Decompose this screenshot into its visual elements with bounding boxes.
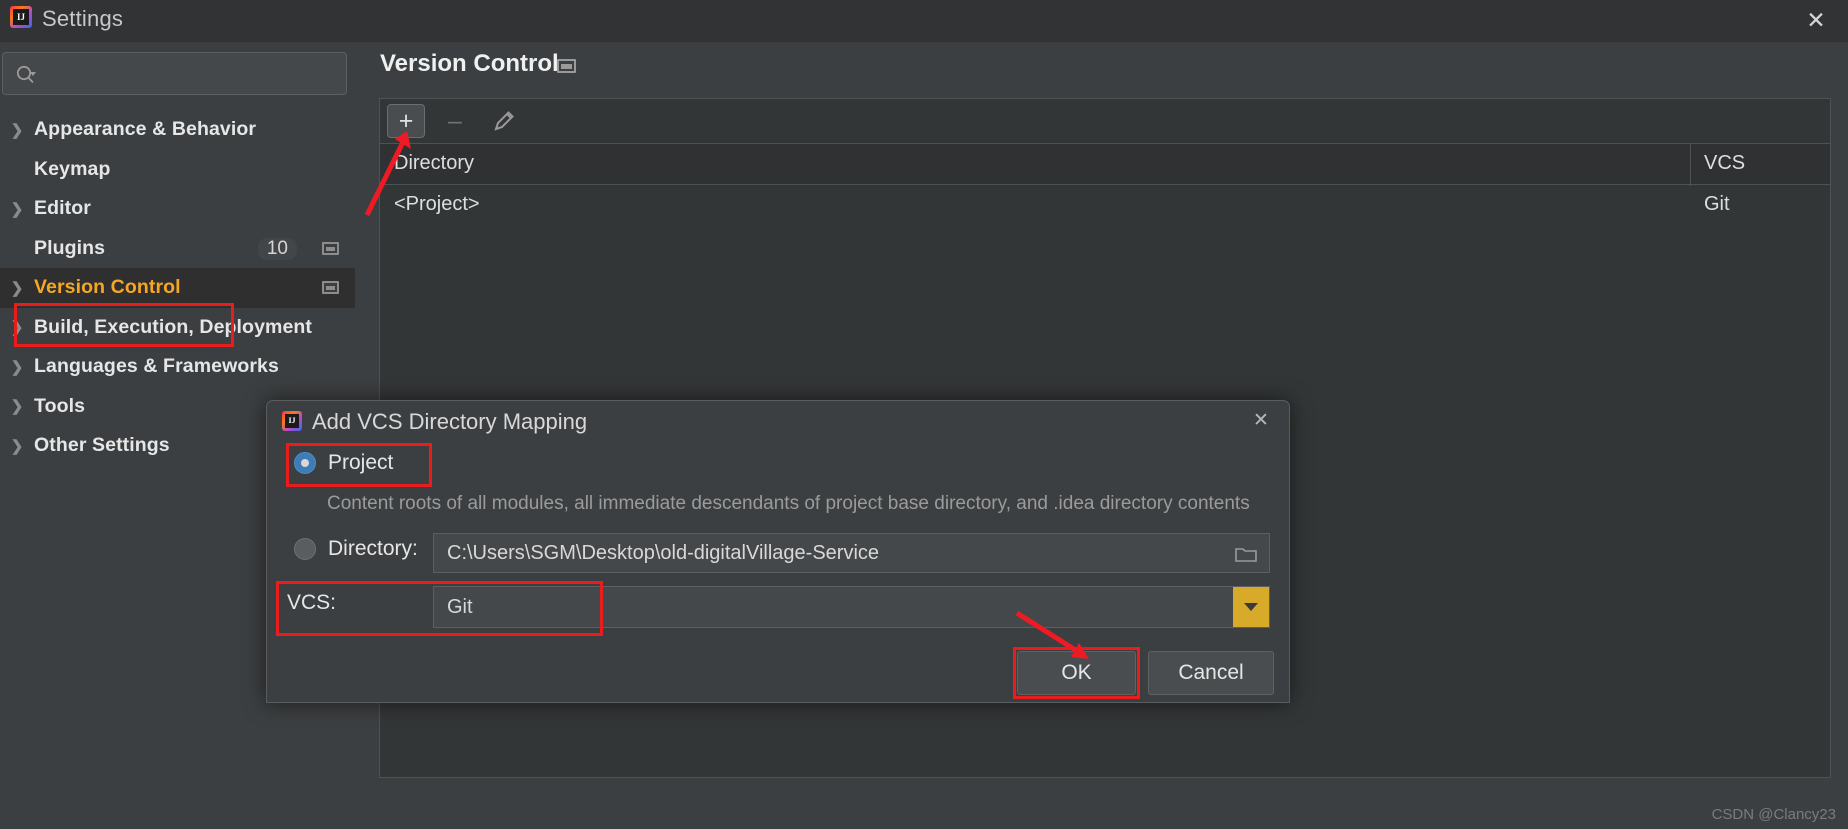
settings-window: IJ Settings ✕ ❯ Appearance & Behavior Ke… [0,0,1848,829]
pencil-icon[interactable] [485,104,523,138]
vcs-label: VCS: [287,591,337,614]
intellij-idea-icon: IJ [10,6,32,28]
search-field-wrapper[interactable] [2,52,347,95]
sidebar-item-version-control[interactable]: ❯ Version Control [0,268,355,308]
sidebar-item-label: Editor [34,197,91,220]
project-help-text: Content roots of all modules, all immedi… [327,493,1250,514]
plugins-update-badge: 10 [257,237,297,260]
table-header: Directory VCS [380,143,1830,186]
cell-vcs: Git [1704,193,1730,215]
sidebar-item-build-execution-deployment[interactable]: ❯ Build, Execution, Deployment [0,308,355,348]
detach-window-icon[interactable] [557,59,576,73]
folder-icon[interactable] [1235,545,1257,562]
page-title: Version Control [380,50,559,77]
project-radio-button[interactable] [294,452,316,474]
watermark: CSDN @Clancy23 [1711,806,1836,823]
sidebar-item-label: Plugins [34,236,106,259]
ok-button[interactable]: OK [1017,651,1136,695]
chevron-right-icon: ❯ [10,437,24,455]
close-icon[interactable]: ✕ [1802,6,1830,34]
detach-window-icon[interactable] [322,281,339,294]
dialog-title: Add VCS Directory Mapping [312,409,588,434]
search-input[interactable] [47,53,339,94]
sidebar-item-label: Keymap [34,157,111,180]
chevron-right-icon: ❯ [10,398,24,416]
vcs-selected-value: Git [447,595,473,618]
directory-path-input[interactable]: C:\Users\SGM\Desktop\old-digitalVillage-… [433,533,1270,573]
sidebar-item-label: Version Control [34,276,181,299]
project-radio-row[interactable]: Project [294,451,393,475]
intellij-idea-icon: IJ [282,411,302,431]
sidebar-item-label: Languages & Frameworks [34,355,279,378]
column-separator[interactable] [1690,144,1691,186]
sidebar-item-appearance-behavior[interactable]: ❯ Appearance & Behavior [0,110,355,150]
chevron-right-icon: ❯ [10,279,24,297]
column-header-vcs[interactable]: VCS [1704,152,1745,175]
project-radio-label: Project [328,451,394,474]
sidebar-item-label: Other Settings [34,434,170,457]
close-icon[interactable]: ✕ [1249,409,1273,433]
sidebar-item-languages-frameworks[interactable]: ❯ Languages & Frameworks [0,347,355,387]
sidebar-item-label: Tools [34,394,86,417]
window-title-bar: IJ Settings ✕ [0,0,1848,42]
directory-radio-row[interactable]: Directory: [294,537,418,561]
remove-mapping-button[interactable]: – [436,104,474,138]
sidebar-item-label: Appearance & Behavior [34,118,257,141]
sidebar-item-label: Build, Execution, Deployment [34,315,312,338]
directory-radio-label: Directory: [328,537,418,560]
add-mapping-button[interactable]: + [387,104,425,138]
chevron-right-icon: ❯ [10,358,24,376]
vcs-select[interactable]: Git [433,586,1270,628]
add-vcs-directory-mapping-dialog: IJ Add VCS Directory Mapping ✕ Project C… [266,400,1290,703]
chevron-down-icon[interactable] [1233,587,1269,627]
column-header-directory[interactable]: Directory [394,152,474,175]
sidebar-item-keymap[interactable]: ❯ Keymap [0,150,355,190]
cancel-button[interactable]: Cancel [1148,651,1274,695]
mappings-toolbar: + – [380,99,1830,143]
directory-path-value: C:\Users\SGM\Desktop\old-digitalVillage-… [447,541,880,564]
search-icon [15,65,37,85]
chevron-right-icon: ❯ [10,319,24,337]
directory-radio-button[interactable] [294,538,316,560]
sidebar-item-plugins[interactable]: ❯ Plugins 10 [0,229,355,269]
sidebar-item-editor[interactable]: ❯ Editor [0,189,355,229]
cell-directory: <Project> [394,193,480,215]
detach-window-icon[interactable] [322,241,339,255]
window-title: Settings [42,6,124,31]
chevron-right-icon: ❯ [10,121,24,139]
table-row[interactable]: <Project> Git [380,185,1830,229]
chevron-right-icon: ❯ [10,200,24,218]
